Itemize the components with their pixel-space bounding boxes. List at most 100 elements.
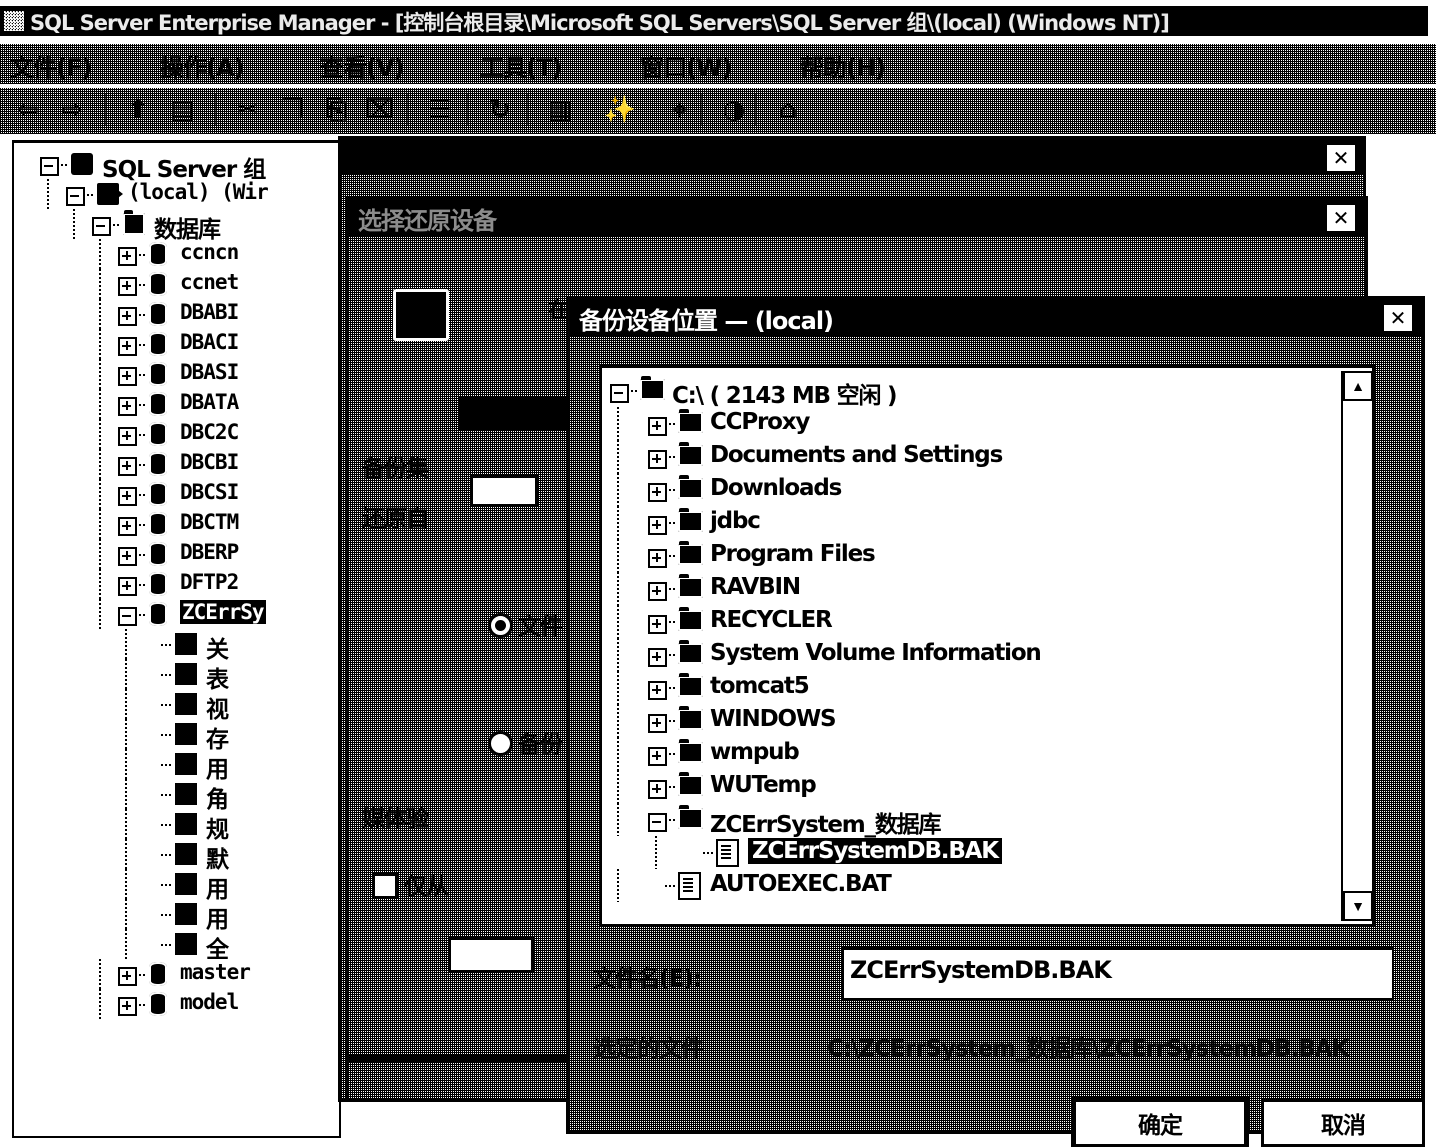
directory-tree-item[interactable]: RECYCLER: [602, 605, 1372, 638]
tree-node[interactable]: DBCSI: [14, 479, 339, 509]
expand-plus-icon[interactable]: [648, 714, 667, 733]
toolbar-button-sql-query[interactable]: ⌖: [660, 90, 700, 130]
radio-file[interactable]: [488, 613, 513, 638]
expand-plus-icon[interactable]: [118, 997, 137, 1016]
tree-node[interactable]: (local) (Wir: [14, 179, 339, 209]
expand-plus-icon[interactable]: [118, 397, 137, 416]
expand-plus-icon[interactable]: [648, 681, 667, 700]
tree-node[interactable]: DBACI: [14, 329, 339, 359]
expand-plus-icon[interactable]: [118, 247, 137, 266]
tree-node[interactable]: 表: [14, 659, 339, 693]
expand-plus-icon[interactable]: [118, 337, 137, 356]
collapse-minus-icon[interactable]: [40, 157, 59, 176]
tree-node[interactable]: 全: [14, 929, 339, 963]
media-only-checkbox[interactable]: [372, 873, 398, 899]
expand-plus-icon[interactable]: [118, 547, 137, 566]
radio-backup[interactable]: [488, 731, 513, 756]
tree-node[interactable]: 用: [14, 869, 339, 903]
menu-item-help[interactable]: 帮助(H): [800, 48, 886, 83]
expand-plus-icon[interactable]: [648, 648, 667, 667]
tree-node[interactable]: ccnet: [14, 269, 339, 299]
tree-node[interactable]: 视: [14, 689, 339, 723]
collapse-minus-icon[interactable]: [648, 813, 667, 832]
tree-node[interactable]: DBATA: [14, 389, 339, 419]
directory-tree-item[interactable]: wmpub: [602, 737, 1372, 770]
expand-plus-icon[interactable]: [648, 417, 667, 436]
menu-item-action[interactable]: 操作(A): [160, 48, 245, 83]
directory-tree-item[interactable]: CCProxy: [602, 407, 1372, 440]
expand-plus-icon[interactable]: [118, 967, 137, 986]
directory-tree-item[interactable]: Documents and Settings: [602, 440, 1372, 473]
directory-tree-item[interactable]: Downloads: [602, 473, 1372, 506]
toolbar-button-refresh[interactable]: ↻: [480, 90, 520, 130]
scroll-down-icon[interactable]: ▼: [1343, 891, 1372, 921]
collapse-minus-icon[interactable]: [118, 607, 137, 626]
collapse-minus-icon[interactable]: [92, 217, 111, 236]
directory-tree-item[interactable]: ZCErrSystemDB.BAK: [602, 836, 1372, 869]
toolbar-button-back[interactable]: ⇦: [8, 90, 48, 130]
directory-tree-item[interactable]: System Volume Information: [602, 638, 1372, 671]
toolbar-button-new-database[interactable]: ▦: [540, 90, 580, 130]
device-name-selected-row[interactable]: [458, 397, 578, 431]
expand-plus-icon[interactable]: [118, 367, 137, 386]
toolbar-button-paste[interactable]: ⎘: [316, 90, 356, 130]
filename-input[interactable]: ZCErrSystemDB.BAK: [841, 947, 1394, 1000]
expand-plus-icon[interactable]: [648, 516, 667, 535]
menu-item-view[interactable]: 查看(V): [320, 48, 405, 83]
tree-node[interactable]: DBABI: [14, 299, 339, 329]
tree-node[interactable]: 数据库: [14, 209, 339, 243]
toolbar-button-up-one-level[interactable]: ⬆: [118, 90, 158, 130]
console-tree-pane[interactable]: SQL Server 组 (local) (Wir 数据库 ccncn ccnet DBA…: [12, 140, 341, 1138]
expand-plus-icon[interactable]: [118, 427, 137, 446]
close-icon[interactable]: ✕: [1382, 303, 1414, 333]
directory-tree-item[interactable]: ZCErrSystem_数据库: [602, 803, 1372, 838]
directory-tree-item[interactable]: Program Files: [602, 539, 1372, 572]
toolbar-button-properties[interactable]: ☰: [420, 90, 460, 130]
tree-node[interactable]: ZCErrSy: [14, 599, 339, 629]
directory-tree-item[interactable]: C:\ ( 2143 MB 空闲 ): [602, 374, 1372, 409]
tree-node[interactable]: DBC2C: [14, 419, 339, 449]
device-extra-field[interactable]: [448, 937, 534, 973]
expand-plus-icon[interactable]: [118, 487, 137, 506]
tree-node[interactable]: DBCTM: [14, 509, 339, 539]
expand-plus-icon[interactable]: [648, 582, 667, 601]
ok-button[interactable]: 确定: [1073, 1099, 1247, 1147]
menu-item-tools[interactable]: 工具(T): [480, 48, 562, 83]
directory-tree-item[interactable]: RAVBIN: [602, 572, 1372, 605]
cancel-button[interactable]: 取消: [1261, 1099, 1425, 1147]
collapse-minus-icon[interactable]: [610, 384, 629, 403]
toolbar-button-delete[interactable]: ⌧: [360, 90, 400, 130]
toolbar-button-forward[interactable]: ⇨: [52, 90, 92, 130]
tree-node[interactable]: 存: [14, 719, 339, 753]
backup-set-field[interactable]: [470, 475, 538, 507]
tree-node[interactable]: master: [14, 959, 339, 989]
expand-plus-icon[interactable]: [118, 577, 137, 596]
tree-node[interactable]: model: [14, 989, 339, 1019]
expand-plus-icon[interactable]: [118, 517, 137, 536]
expand-plus-icon[interactable]: [648, 450, 667, 469]
expand-plus-icon[interactable]: [118, 457, 137, 476]
directory-tree-item[interactable]: tomcat5: [602, 671, 1372, 704]
tree-node[interactable]: 默: [14, 839, 339, 873]
tree-node[interactable]: 用: [14, 749, 339, 783]
toolbar-button-show-tree[interactable]: ▤: [162, 90, 202, 130]
expand-plus-icon[interactable]: [648, 549, 667, 568]
toolbar-button-cut[interactable]: ✂: [228, 90, 268, 130]
toolbar-button-copy[interactable]: ❐: [272, 90, 312, 130]
expand-plus-icon[interactable]: [648, 615, 667, 634]
tree-node[interactable]: 角: [14, 779, 339, 813]
collapse-minus-icon[interactable]: [66, 187, 85, 206]
tree-node[interactable]: DBASI: [14, 359, 339, 389]
menu-item-file[interactable]: 文件(F): [10, 48, 92, 83]
tree-node[interactable]: DBCBI: [14, 449, 339, 479]
tree-node[interactable]: DBERP: [14, 539, 339, 569]
tree-node[interactable]: 用: [14, 899, 339, 933]
directory-tree-item[interactable]: WINDOWS: [602, 704, 1372, 737]
toolbar-button-agent[interactable]: ◑: [714, 90, 754, 130]
menu-item-window[interactable]: 窗口(W): [640, 48, 732, 83]
close-icon[interactable]: ✕: [1325, 143, 1357, 173]
toolbar-button-help[interactable]: ⌂: [768, 90, 808, 130]
directory-tree-item[interactable]: WUTemp: [602, 770, 1372, 803]
expand-plus-icon[interactable]: [648, 747, 667, 766]
close-icon[interactable]: ✕: [1325, 203, 1357, 233]
